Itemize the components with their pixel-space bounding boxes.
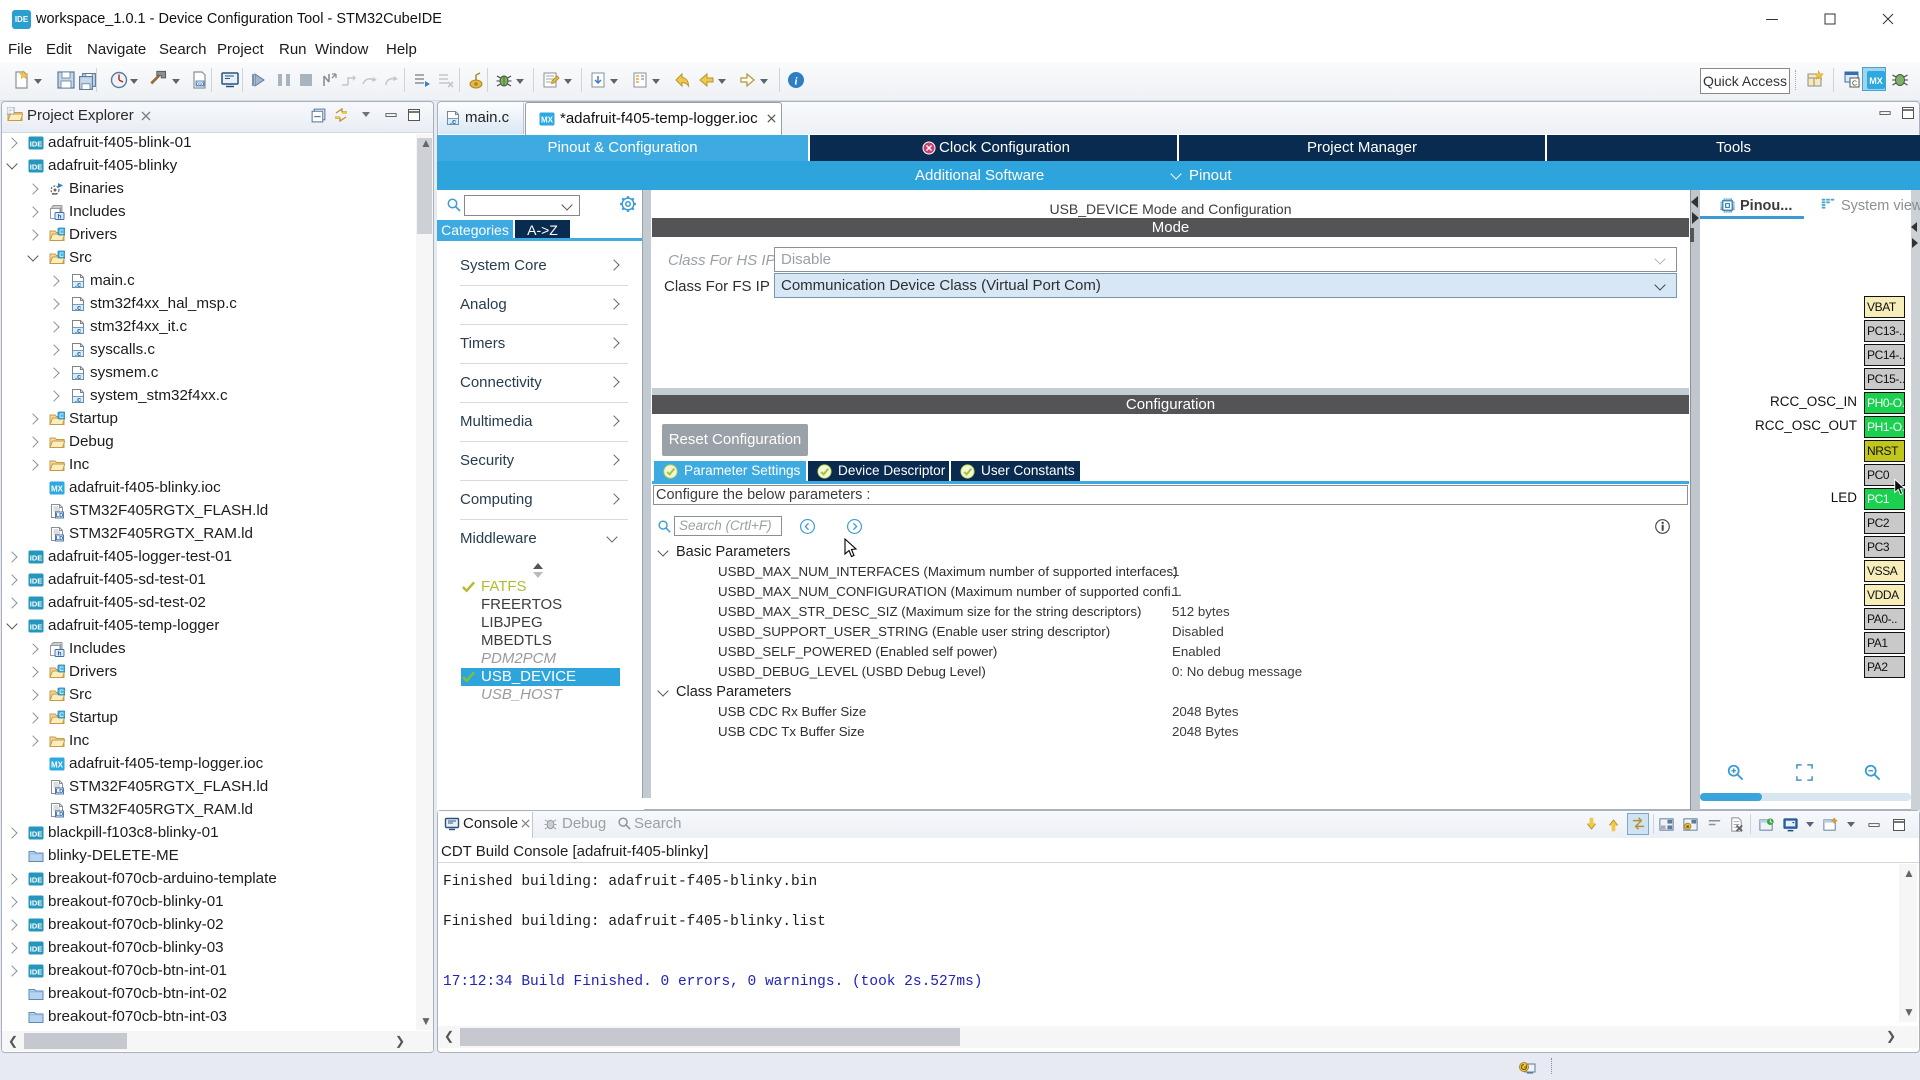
svg-text:MX: MX [1869, 76, 1883, 86]
svg-text:C: C [1852, 81, 1857, 88]
svg-text:010: 010 [196, 81, 204, 86]
